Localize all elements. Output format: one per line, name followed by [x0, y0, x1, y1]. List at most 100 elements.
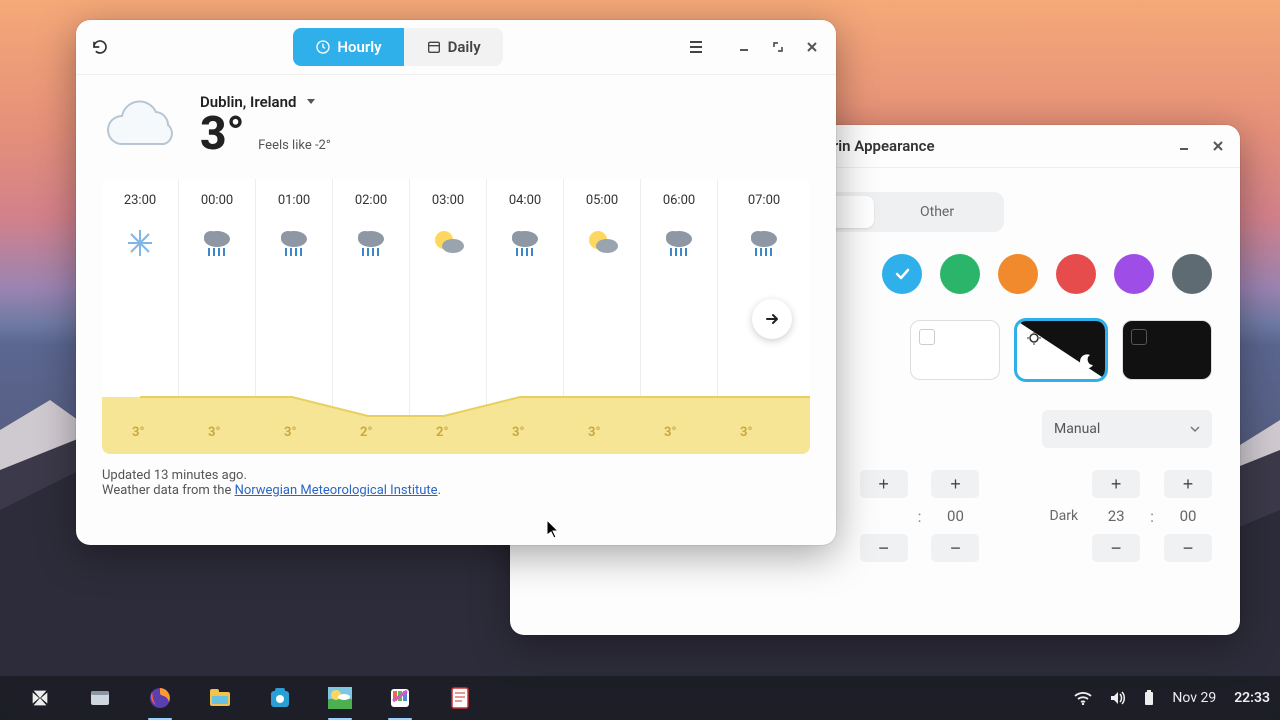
menu-button[interactable]: [682, 33, 710, 61]
taskbar: Nov 29 22:33: [0, 676, 1280, 720]
battery-icon[interactable]: [1144, 690, 1154, 706]
color-swatch[interactable]: [882, 254, 922, 294]
view-segment: Hourly Daily: [293, 28, 502, 66]
hour-time: 23:00: [124, 193, 156, 208]
color-swatch[interactable]: [1056, 254, 1096, 294]
files-button[interactable]: [202, 680, 238, 716]
hour-time: 00:00: [201, 193, 233, 208]
rain-icon: [508, 226, 542, 260]
light-hour-up[interactable]: +: [860, 470, 908, 498]
chevron-down-icon: [306, 97, 316, 107]
maximize-button[interactable]: [764, 33, 792, 61]
dark-time-group: Dark + 23 − : + 00 −: [1049, 470, 1212, 562]
colon: :: [1150, 507, 1154, 526]
dark-min-up[interactable]: +: [1164, 470, 1212, 498]
minimize-button[interactable]: [730, 33, 758, 61]
attribution: Weather data from the Norwegian Meteorol…: [102, 483, 810, 498]
clock-icon: [315, 39, 331, 55]
tab-hourly-label: Hourly: [337, 38, 381, 56]
arrow-right-icon: [764, 311, 780, 327]
updated-text: Updated 13 minutes ago.: [102, 468, 810, 483]
moon-icon: [1079, 353, 1095, 369]
hour-time: 05:00: [586, 193, 618, 208]
hour-time: 01:00: [278, 193, 310, 208]
partly-icon: [431, 226, 465, 260]
refresh-button[interactable]: [86, 33, 114, 61]
scroll-right-button[interactable]: [752, 299, 792, 339]
chevron-down-icon: [1190, 424, 1200, 434]
volume-icon[interactable]: [1110, 691, 1126, 705]
rain-icon: [200, 226, 234, 260]
minimize-button[interactable]: [1170, 132, 1198, 160]
taskbar-date[interactable]: Nov 29: [1172, 690, 1216, 706]
schedule-dropdown[interactable]: Manual: [1042, 410, 1212, 448]
calendar-icon: [426, 39, 442, 55]
light-time-group: + − : + 00 −: [860, 470, 980, 562]
software-button[interactable]: [262, 680, 298, 716]
weather-app-button[interactable]: [322, 680, 358, 716]
light-hour-spin: + −: [860, 470, 908, 562]
partly-icon: [585, 226, 619, 260]
document-button[interactable]: [442, 680, 478, 716]
light-hour-down[interactable]: −: [860, 534, 908, 562]
snow-icon: [123, 226, 157, 260]
current-temp: 3°: [200, 107, 245, 161]
weather-window: Hourly Daily Dublin, Ireland: [76, 20, 836, 545]
tab-other[interactable]: Other: [874, 196, 1000, 228]
hour-time: 03:00: [432, 193, 464, 208]
dark-min-spin: + 00 −: [1164, 470, 1212, 562]
dark-hour-value[interactable]: 23: [1092, 501, 1140, 531]
close-button[interactable]: [798, 33, 826, 61]
dark-hour-up[interactable]: +: [1092, 470, 1140, 498]
colon: :: [918, 507, 922, 526]
tab-daily-label: Daily: [448, 38, 481, 56]
firefox-button[interactable]: [142, 680, 178, 716]
theme-dark[interactable]: [1122, 320, 1212, 380]
hour-time: 02:00: [355, 193, 387, 208]
tab-daily[interactable]: Daily: [404, 28, 503, 66]
hour-temp: 3°: [284, 425, 297, 440]
color-swatch[interactable]: [1114, 254, 1154, 294]
hour-temp: 3°: [740, 425, 753, 440]
dark-min-value[interactable]: 00: [1164, 501, 1212, 531]
start-button[interactable]: [22, 680, 58, 716]
hour-time: 06:00: [663, 193, 695, 208]
light-min-value[interactable]: 00: [931, 501, 979, 531]
feels-like: Feels like -2°: [258, 138, 331, 153]
software-icon: [269, 687, 291, 709]
taskview-button[interactable]: [82, 680, 118, 716]
dark-min-down[interactable]: −: [1164, 534, 1212, 562]
theme-light[interactable]: [910, 320, 1000, 380]
check-icon: [894, 266, 910, 282]
taskview-icon: [90, 690, 110, 706]
files-icon: [209, 688, 231, 708]
hour-temp: 2°: [360, 425, 373, 440]
appearance-app-button[interactable]: [382, 680, 418, 716]
schedule-value: Manual: [1054, 421, 1100, 437]
hour-temp: 3°: [588, 425, 601, 440]
hour-temp: 3°: [664, 425, 677, 440]
firefox-icon: [148, 686, 172, 710]
color-swatch[interactable]: [940, 254, 980, 294]
light-min-spin: + 00 −: [931, 470, 979, 562]
hour-temp: 3°: [132, 425, 145, 440]
color-swatch[interactable]: [998, 254, 1038, 294]
light-hour-value[interactable]: [860, 501, 908, 531]
zorin-icon: [29, 687, 51, 709]
rain-icon: [354, 226, 388, 260]
cloud-icon: [102, 98, 182, 156]
taskbar-time[interactable]: 22:33: [1234, 690, 1270, 706]
wifi-icon[interactable]: [1074, 691, 1092, 705]
dark-hour-down[interactable]: −: [1092, 534, 1140, 562]
attribution-link[interactable]: Norwegian Meteorological Institute: [235, 483, 438, 498]
light-min-up[interactable]: +: [931, 470, 979, 498]
light-min-down[interactable]: −: [931, 534, 979, 562]
theme-auto[interactable]: [1016, 320, 1106, 380]
hour-temp: 3°: [512, 425, 525, 440]
dark-hour-spin: + 23 −: [1092, 470, 1140, 562]
hour-temp: 2°: [436, 425, 449, 440]
refresh-icon: [91, 38, 109, 56]
color-swatch[interactable]: [1172, 254, 1212, 294]
close-button[interactable]: [1204, 132, 1232, 160]
tab-hourly[interactable]: Hourly: [293, 28, 403, 66]
